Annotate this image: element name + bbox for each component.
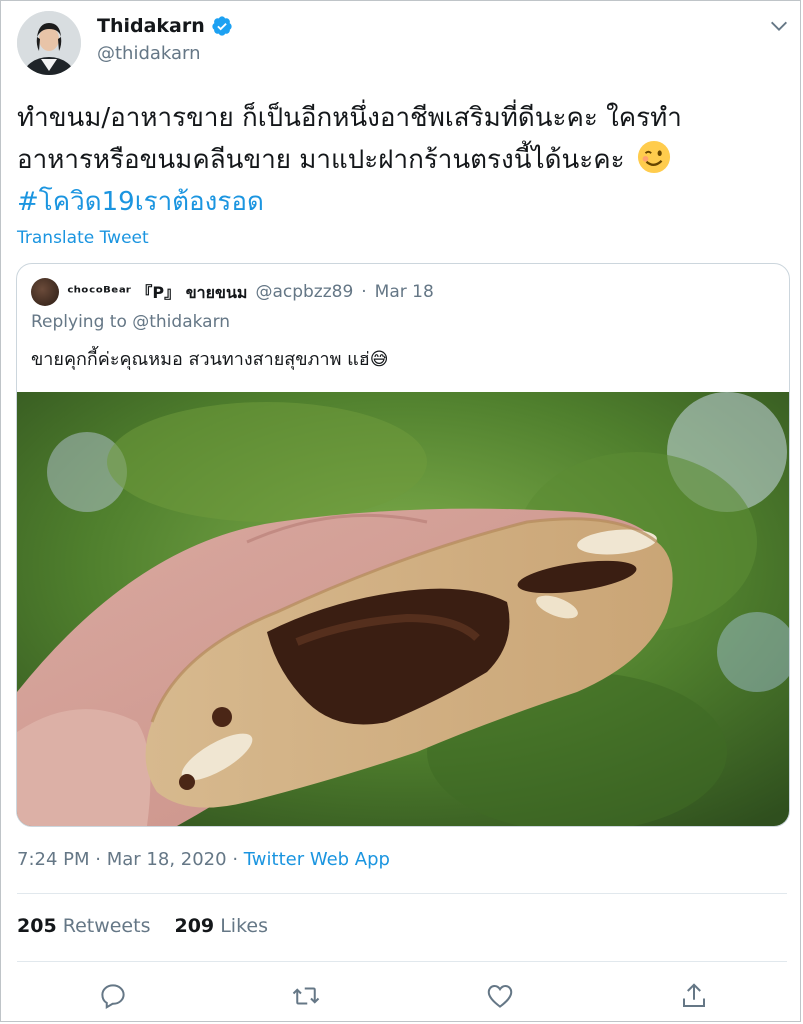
retweets-count: 205 xyxy=(17,915,57,937)
tweet-text-line2: อาหารหรือขนมคลีนขาย มาแปะฝากร้านตรงนี้ได… xyxy=(17,145,625,175)
heart-icon[interactable] xyxy=(485,981,515,1011)
quoted-date: Mar 18 xyxy=(374,282,434,302)
tweet-date: Mar 18, 2020 xyxy=(106,849,227,870)
reply-icon[interactable] xyxy=(98,981,128,1011)
quoted-avatar xyxy=(31,278,59,306)
retweets-stat[interactable]: 205 Retweets xyxy=(17,915,150,937)
likes-stat[interactable]: 209 Likes xyxy=(174,915,268,937)
tweet-time: 7:24 PM xyxy=(17,849,90,870)
divider xyxy=(17,961,787,962)
quoted-display-name: ᶜʰᵒᶜᵒᴮᵉᵃʳ 『P』 ขายขนม xyxy=(67,282,248,302)
retweets-label: Retweets xyxy=(62,915,151,937)
author-display-name[interactable]: Thidakarn xyxy=(97,15,205,37)
avatar-image xyxy=(17,11,81,75)
tweet-text: ทำขนม/อาหารขาย ก็เป็นอีกหนึ่งอาชีพเสริมท… xyxy=(17,97,787,223)
meta-separator-1: · xyxy=(95,849,101,870)
quoted-tweet[interactable]: ᶜʰᵒᶜᵒᴮᵉᵃʳ 『P』 ขายขนม @acpbzz89 · Mar 18 … xyxy=(16,263,790,827)
engagement-stats: 205 Retweets 209 Likes xyxy=(17,915,268,937)
author-handle[interactable]: @thidakarn xyxy=(97,43,201,64)
action-bar xyxy=(1,981,803,1013)
share-icon[interactable] xyxy=(679,981,709,1011)
quoted-text: ขายคุกกี้ค่ะคุณหมอ สวนทางสายสุขภาพ แฮ่😅 xyxy=(31,349,389,370)
avatar[interactable] xyxy=(17,11,81,75)
quoted-photo[interactable] xyxy=(17,392,789,826)
quoted-handle: @acpbzz89 xyxy=(255,282,354,302)
quoted-separator: · xyxy=(361,282,367,302)
tweet-text-line1: ทำขนม/อาหารขาย ก็เป็นอีกหนึ่งอาชีพเสริมท… xyxy=(17,103,682,133)
verified-badge-icon xyxy=(212,16,232,36)
translate-tweet-link[interactable]: Translate Tweet xyxy=(17,228,149,248)
retweet-icon[interactable] xyxy=(291,981,321,1011)
quoted-replying-to: Replying to @thidakarn xyxy=(31,312,231,332)
winking-face-emoji-icon xyxy=(637,140,670,174)
hashtag-link[interactable]: #โควิด19เราต้องรอด xyxy=(17,181,787,223)
likes-label: Likes xyxy=(220,915,268,937)
chevron-down-icon[interactable] xyxy=(767,15,791,37)
source-app-link[interactable]: Twitter Web App xyxy=(244,849,390,870)
meta-separator-2: · xyxy=(232,849,239,870)
tweet-timestamp[interactable]: 7:24 PM · Mar 18, 2020 · Twitter Web App xyxy=(17,849,390,870)
likes-count: 209 xyxy=(174,915,215,937)
tweet-card: Thidakarn @thidakarn ทำขนม/อาหารขาย ก็เป… xyxy=(0,0,801,1022)
divider xyxy=(17,893,787,894)
cookie-photo-image xyxy=(17,392,789,826)
